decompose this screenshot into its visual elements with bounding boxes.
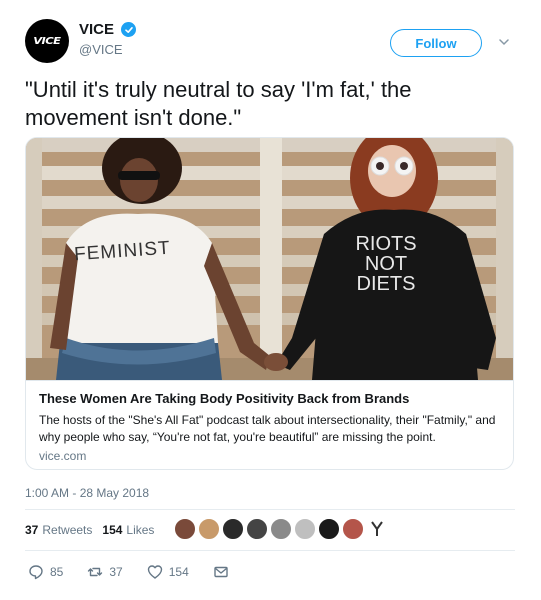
reply-button[interactable]: 85 — [28, 564, 63, 580]
liker-avatar[interactable] — [318, 518, 340, 540]
divider — [25, 509, 515, 510]
divider — [25, 550, 515, 551]
card-image[interactable]: FEMINIST RIOTS NOT DIETS — [26, 138, 513, 380]
user-handle[interactable]: @VICE — [79, 42, 123, 57]
reply-count: 85 — [50, 565, 64, 579]
verified-badge-icon — [121, 22, 136, 37]
right-shirt-line-2: NOT — [365, 253, 407, 275]
retweets-label: Retweets — [42, 523, 93, 537]
chevron-down-icon[interactable] — [498, 36, 510, 48]
liker-avatar[interactable] — [222, 518, 244, 540]
card-photo: FEMINIST RIOTS NOT DIETS — [26, 138, 513, 380]
liker-avatar[interactable] — [174, 518, 196, 540]
retweet-count: 37 — [109, 565, 123, 579]
liker-avatar[interactable] — [342, 518, 364, 540]
tweet: VICE VICE @VICE Follow "Until it's truly… — [0, 0, 541, 600]
card-body[interactable]: These Women Are Taking Body Positivity B… — [26, 380, 513, 469]
heart-icon — [147, 565, 162, 579]
liker-avatar[interactable] — [270, 518, 292, 540]
liker-avatar[interactable] — [294, 518, 316, 540]
right-shirt-line-3: DIETS — [357, 273, 416, 295]
liker-avatar[interactable] — [366, 518, 388, 540]
envelope-icon — [214, 566, 228, 578]
link-card[interactable]: FEMINIST RIOTS NOT DIETS These Women Are… — [25, 137, 514, 470]
right-shirt-line-1: RIOTS — [355, 233, 416, 255]
action-bar: 85 37 154 — [28, 564, 259, 580]
reply-icon — [29, 565, 43, 580]
liker-avatar[interactable] — [246, 518, 268, 540]
likes-count: 154 — [102, 523, 123, 537]
liker-avatars — [174, 518, 390, 540]
tweet-stats: 37 Retweets 154 Likes — [25, 523, 164, 537]
card-description: The hosts of the "She's All Fat" podcast… — [39, 413, 496, 444]
follow-button[interactable]: Follow — [390, 29, 482, 57]
retweet-button[interactable]: 37 — [87, 564, 123, 580]
display-name[interactable]: VICE — [79, 21, 114, 38]
vice-logo: VICE — [33, 35, 61, 47]
tweet-text: "Until it's truly neutral to say 'I'm fa… — [25, 77, 412, 130]
card-title[interactable]: These Women Are Taking Body Positivity B… — [39, 391, 502, 406]
likes-stat[interactable]: 154 Likes — [102, 523, 154, 537]
avatar[interactable]: VICE — [25, 19, 69, 63]
retweets-stat[interactable]: 37 Retweets — [25, 523, 92, 537]
liker-avatar[interactable] — [198, 518, 220, 540]
like-count: 154 — [168, 565, 189, 579]
likes-label: Likes — [126, 523, 155, 537]
like-button[interactable]: 154 — [147, 564, 189, 580]
retweets-count: 37 — [25, 523, 39, 537]
tweet-timestamp[interactable]: 1:00 AM - 28 May 2018 — [25, 486, 149, 500]
direct-message-button[interactable] — [213, 564, 235, 580]
retweet-icon — [88, 567, 103, 577]
card-domain[interactable]: vice.com — [39, 449, 502, 463]
